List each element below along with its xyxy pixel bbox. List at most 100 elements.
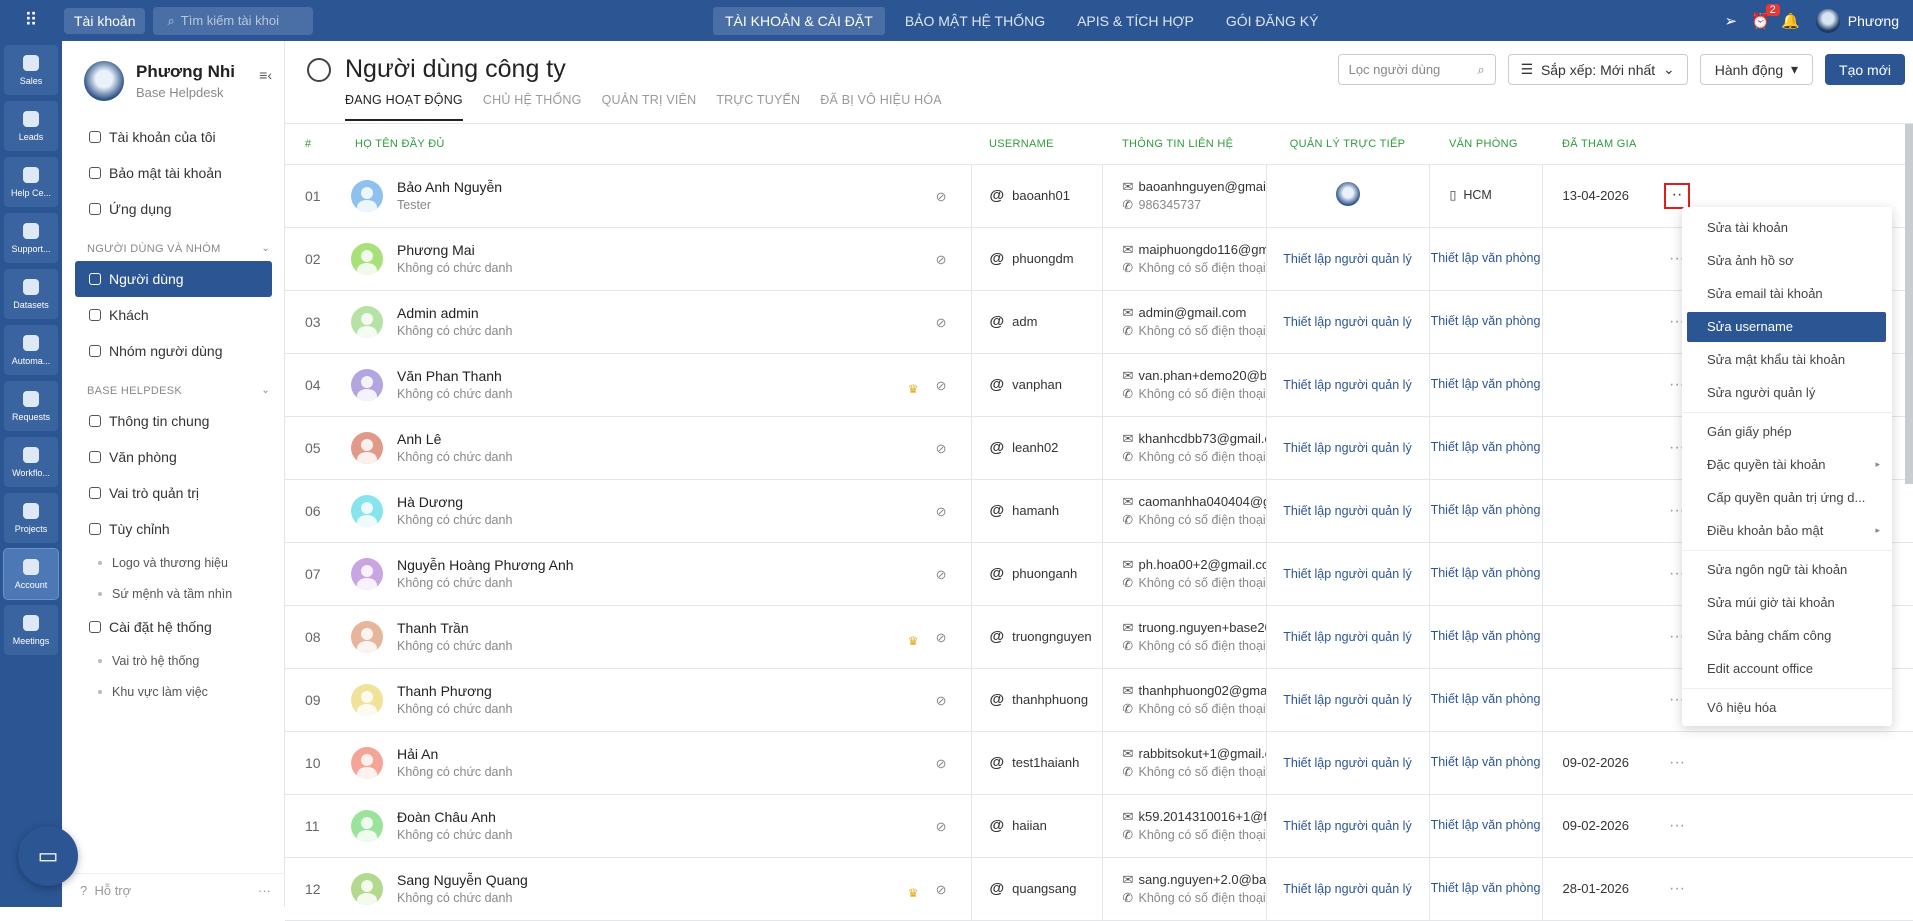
scrollbar[interactable] [1905, 124, 1913, 484]
rail-requests[interactable]: Requests [4, 381, 58, 431]
table-row[interactable]: 05 Anh Lê Không có chức danh ⊘ @ leanh02 ✉ khan… [285, 416, 1913, 480]
set-office-link[interactable]: Thiết lập văn phòng [1431, 566, 1541, 580]
menu-item[interactable]: Sửa múi giờ tài khoản [1687, 586, 1886, 619]
tab-online[interactable]: TRỰC TUYẾN [716, 93, 800, 121]
table-row[interactable]: 04 Văn Phan Thanh Không có chức danh ♛ ⊘ @ van… [285, 353, 1913, 417]
menu-item[interactable]: Sửa người quản lý [1687, 376, 1886, 409]
tab-disabled[interactable]: ĐÃ BỊ VÔ HIỆU HÓA [820, 93, 941, 121]
sidebar-sub-mission-vision[interactable]: Sứ mệnh và tầm nhìn [62, 578, 284, 609]
topnav-apis[interactable]: APIS & TÍCH HỢP [1065, 7, 1206, 35]
set-manager-link[interactable]: Thiết lập người quản lý [1283, 252, 1411, 266]
table-row[interactable]: 11 Đoàn Châu Anh Không có chức danh ⊘ @ haiia… [285, 794, 1913, 858]
sidebar-item-account-security[interactable]: Bảo mật tài khoản [62, 155, 284, 191]
eye-off-icon[interactable]: ⊘ [936, 504, 947, 520]
sidebar-item-system-settings[interactable]: Cài đặt hệ thống [62, 609, 284, 645]
user-avatar[interactable] [351, 242, 383, 275]
sidebar-item-customize[interactable]: Tùy chỉnh [62, 511, 284, 547]
tab-owners[interactable]: CHỦ HỆ THỐNG [483, 93, 582, 121]
alarm-icon[interactable]: ⏰ 2 [1746, 3, 1780, 30]
user-avatar[interactable] [351, 368, 383, 401]
set-office-link[interactable]: Thiết lập văn phòng [1431, 818, 1541, 832]
user-avatar[interactable] [351, 746, 383, 779]
rail-workflow[interactable]: Workflo... [4, 437, 58, 487]
eye-off-icon[interactable]: ⊘ [936, 189, 947, 205]
eye-off-icon[interactable]: ⊘ [936, 252, 947, 268]
sort-dropdown[interactable]: ☰ Sắp xếp: Mới nhất ⌄ [1507, 54, 1688, 85]
sidebar-item-office[interactable]: Văn phòng [62, 439, 284, 475]
user-fullname[interactable]: Đoàn Châu Anh [397, 809, 512, 825]
set-office-link[interactable]: Thiết lập văn phòng [1431, 251, 1541, 265]
section-base-helpdesk[interactable]: BASE HELPDESK ⌄ [62, 369, 284, 403]
set-office-link[interactable]: Thiết lập văn phòng [1431, 314, 1541, 328]
menu-item[interactable]: Gán giấy phép [1687, 415, 1886, 448]
sidebar-item-user-groups[interactable]: Nhóm người dùng [62, 333, 284, 369]
set-office-link[interactable]: Thiết lập văn phòng [1431, 377, 1541, 391]
rail-helpcenter[interactable]: Help Ce... [4, 157, 58, 207]
actions-dropdown[interactable]: Hành động ▾ [1699, 54, 1814, 85]
menu-item[interactable]: Cấp quyền quản trị ứng d... [1687, 481, 1886, 514]
set-manager-link[interactable]: Thiết lập người quản lý [1283, 504, 1411, 518]
menu-item[interactable]: Sửa ảnh hồ sơ [1687, 244, 1886, 277]
global-search-input[interactable]: ⌕ Tìm kiếm tài khoi [153, 6, 314, 35]
set-office-link[interactable]: Thiết lập văn phòng [1431, 755, 1541, 769]
topnav-account-settings[interactable]: TÀI KHOẢN & CÀI ĐẶT [713, 6, 885, 35]
set-manager-link[interactable]: Thiết lập người quản lý [1283, 756, 1411, 770]
table-row[interactable]: 07 Nguyễn Hoàng Phương Anh Không có chức d… [285, 542, 1913, 606]
sidebar-item-admin-roles[interactable]: Vai trò quản trị [62, 475, 284, 511]
set-office-link[interactable]: Thiết lập văn phòng [1431, 503, 1541, 517]
row-more-button[interactable]: ··· [1669, 817, 1685, 834]
collapse-sidebar-icon[interactable]: ≡‹ [259, 67, 272, 83]
table-row[interactable]: 06 Hà Dương Không có chức danh ⊘ @ hamanh ✉ cao… [285, 479, 1913, 543]
menu-item[interactable]: Vô hiệu hóa [1687, 691, 1886, 724]
user-fullname[interactable]: Phương Mai [397, 242, 512, 258]
row-more-button[interactable]: ·· [1664, 182, 1690, 209]
menu-item[interactable]: Sửa username [1687, 312, 1886, 342]
user-avatar[interactable] [351, 683, 383, 716]
user-avatar[interactable] [351, 494, 383, 527]
set-manager-link[interactable]: Thiết lập người quản lý [1283, 315, 1411, 329]
sidebar-item-guests[interactable]: Khách [62, 297, 284, 333]
menu-item[interactable]: Sửa bảng chấm công [1687, 619, 1886, 652]
eye-off-icon[interactable]: ⊘ [936, 630, 947, 646]
user-avatar[interactable] [351, 305, 383, 338]
menu-item[interactable]: Đặc quyền tài khoản ▸ [1687, 448, 1886, 481]
set-office-link[interactable]: Thiết lập văn phòng [1431, 440, 1541, 454]
bell-icon[interactable]: 🔔 [1776, 12, 1806, 30]
table-row[interactable]: 09 Thanh Phương Không có chức danh ⊘ @ thanhp… [285, 668, 1913, 732]
menu-item[interactable]: Điều khoản bảo mật ▸ [1687, 514, 1886, 547]
apps-grid-icon[interactable]: ⠿ [0, 0, 62, 41]
tab-active[interactable]: ĐANG HOẠT ĐỘNG [345, 93, 463, 121]
menu-item[interactable]: Sửa ngôn ngữ tài khoản [1687, 553, 1886, 586]
help-link[interactable]: ? Hỗ trợ ··· [62, 873, 285, 907]
table-row[interactable]: 08 Thanh Trần Không có chức danh ♛ ⊘ @ truongn… [285, 605, 1913, 669]
user-fullname[interactable]: Sang Nguyễn Quang [397, 872, 528, 888]
user-name[interactable]: Phương [1848, 13, 1899, 29]
set-manager-link[interactable]: Thiết lập người quản lý [1283, 882, 1411, 896]
table-row[interactable]: 02 Phương Mai Không có chức danh ⊘ @ phuongdm… [285, 227, 1913, 291]
user-avatar[interactable] [351, 872, 383, 905]
set-manager-link[interactable]: Thiết lập người quản lý [1283, 567, 1411, 581]
sidebar-sub-system-roles[interactable]: Vai trò hệ thống [62, 645, 284, 676]
sidebar-sub-workspace-area[interactable]: Khu vực làm việc [62, 676, 284, 707]
set-manager-link[interactable]: Thiết lập người quản lý [1283, 693, 1411, 707]
topnav-subscription[interactable]: GÓI ĐĂNG KÝ [1214, 7, 1331, 35]
menu-item[interactable]: Sửa tài khoản [1687, 211, 1886, 244]
set-office-link[interactable]: Thiết lập văn phòng [1431, 881, 1541, 895]
eye-off-icon[interactable]: ⊘ [936, 693, 947, 709]
rail-projects[interactable]: Projects [4, 493, 58, 543]
user-avatar[interactable] [351, 557, 383, 590]
rail-support[interactable]: Support... [4, 213, 58, 263]
create-new-button[interactable]: Tạo mới [1825, 54, 1905, 85]
menu-item[interactable]: Sửa mật khẩu tài khoản [1687, 343, 1886, 376]
more-icon[interactable]: ··· [258, 883, 271, 898]
sidebar-item-apps[interactable]: Ứng dụng [62, 191, 284, 227]
user-fullname[interactable]: Thanh Trần [397, 620, 512, 636]
account-button[interactable]: Tài khoản [64, 7, 146, 34]
sidebar-sub-logo-brand[interactable]: Logo và thương hiệu [62, 547, 284, 578]
rail-leads[interactable]: Leads [4, 101, 58, 151]
set-manager-link[interactable]: Thiết lập người quản lý [1283, 630, 1411, 644]
user-avatar[interactable] [351, 809, 383, 842]
user-fullname[interactable]: Nguyễn Hoàng Phương Anh [397, 557, 574, 573]
user-avatar[interactable] [1815, 8, 1840, 33]
row-more-button[interactable]: ··· [1669, 880, 1685, 897]
